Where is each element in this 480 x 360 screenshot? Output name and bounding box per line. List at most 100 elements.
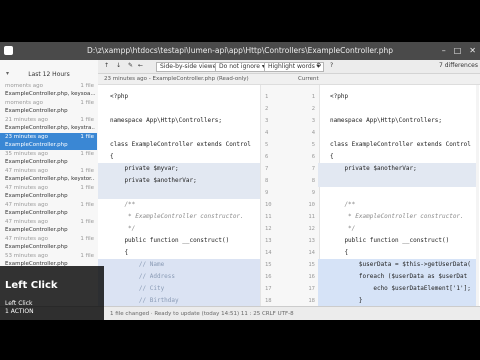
gutter-row: 55	[261, 139, 319, 151]
code-line[interactable]	[318, 103, 476, 115]
history-item[interactable]: 47 minutes ago 1 file ExampleController.ph…	[0, 218, 97, 235]
right-line-number: 9	[311, 190, 315, 196]
ignore-whitespace-select[interactable]: Do not ignore ▾	[215, 62, 269, 72]
left-line-number: 17	[265, 286, 272, 292]
code-line[interactable]: // Address	[98, 271, 260, 283]
code-line[interactable]: namespace App\Http\Controllers;	[98, 115, 260, 127]
code-line[interactable]: * ExampleController constructor.	[98, 211, 260, 223]
right-line-number: 14	[308, 250, 315, 256]
code-line[interactable]: class ExampleController extends Control	[318, 139, 476, 151]
code-line[interactable]: {	[98, 247, 260, 259]
left-line-number: 7	[265, 166, 269, 172]
history-item[interactable]: moments ago 1 file ExampleController.php, …	[0, 82, 97, 99]
right-line-number: 5	[311, 142, 315, 148]
code-line[interactable]: echo $userDataElement['1'];	[318, 283, 476, 295]
left-line-number: 4	[265, 130, 269, 136]
code-line[interactable]	[318, 127, 476, 139]
overlay-line2: 1 ACTION	[5, 308, 34, 315]
gutter-row: 14 14	[261, 247, 319, 259]
right-line-number: 16	[308, 274, 315, 280]
history-item-changes: 1 file	[80, 117, 94, 123]
history-item[interactable]: 47 minutes ago 1 file ExampleController.ph…	[0, 201, 97, 218]
gutter-row: 22	[261, 103, 319, 115]
code-line[interactable]: // Name	[98, 259, 260, 271]
right-line-number: 2	[311, 106, 315, 112]
right-file-info: Current	[298, 76, 319, 82]
history-group-header: Last 12 Hours	[28, 71, 70, 78]
code-line[interactable]: namespace App\Http\Controllers;	[318, 115, 476, 127]
edit-icon[interactable]: ✎	[128, 62, 133, 70]
history-item[interactable]: 21 minutes ago 1 file ExampleController.ph…	[0, 116, 97, 133]
code-line[interactable]: * ExampleController constructor.	[318, 211, 476, 223]
left-line-number: 3	[265, 118, 269, 124]
right-line-number: 6	[311, 154, 315, 160]
history-item-changes: 1 file	[80, 253, 94, 259]
code-line[interactable]	[318, 175, 476, 187]
left-line-number: 1	[265, 94, 269, 100]
app-icon	[4, 46, 13, 55]
right-line-number: 3	[311, 118, 315, 124]
left-line-number: 9	[265, 190, 269, 196]
code-line[interactable]: // City	[98, 283, 260, 295]
history-item[interactable]: moments ago 1 file ExampleController.php	[0, 99, 97, 116]
code-line[interactable]	[98, 103, 260, 115]
code-line[interactable]: */	[318, 223, 476, 235]
code-line[interactable]: private $myvar;	[98, 163, 260, 175]
minimize-icon[interactable]: –	[442, 42, 446, 60]
back-arrow-icon[interactable]: ←	[138, 62, 143, 70]
settings-icon[interactable]: ⚙	[316, 62, 321, 70]
up-arrow-icon[interactable]: ↑	[104, 62, 109, 70]
right-code-pane[interactable]: <?php namespace App\Http\Controllers; clas…	[318, 85, 476, 307]
history-item[interactable]: 47 minutes ago 1 file ExampleController.ph…	[0, 167, 97, 184]
code-line[interactable]: /**	[318, 199, 476, 211]
history-item-file: ExampleController.php	[5, 244, 68, 250]
down-arrow-icon[interactable]: ↓	[116, 62, 121, 70]
code-line[interactable]: private $anotherVar;	[98, 175, 260, 187]
history-item[interactable]: 47 minutes ago 1 file ExampleController.ph…	[0, 184, 97, 201]
left-line-number: 2	[265, 106, 269, 112]
code-line[interactable]: /**	[98, 199, 260, 211]
change-marker-strip	[476, 85, 479, 307]
code-line[interactable]: {	[318, 247, 476, 259]
right-line-number: 10	[308, 202, 315, 208]
code-line[interactable]	[98, 127, 260, 139]
gutter-row: 44	[261, 127, 319, 139]
code-line[interactable]: */	[98, 223, 260, 235]
help-icon[interactable]: ?	[330, 62, 333, 70]
code-line[interactable]: private $anotherVar;	[318, 163, 476, 175]
gutter-row: 12 12	[261, 223, 319, 235]
code-line[interactable]: public function __construct()	[318, 235, 476, 247]
overlay-line1: Left Click	[5, 300, 33, 307]
history-item-time: 47 minutes ago	[5, 185, 48, 191]
overlay-title: Left Click	[5, 280, 58, 291]
code-line[interactable]	[318, 187, 476, 199]
history-item-file: ExampleController.php, keysoa...	[5, 91, 95, 97]
line-number-gutter: 1 1 2 2 3 3 4 4 5 5 6 6 7 7 8 8 9 9 10 10 11 11 12 12 13 13 14 14 15…	[260, 85, 320, 316]
gutter-row: 99	[261, 187, 319, 199]
code-line[interactable]: {	[318, 151, 476, 163]
right-line-number: 15	[308, 262, 315, 268]
history-item[interactable]: 47 minutes ago 1 file ExampleController.ph…	[0, 235, 97, 252]
diff-editor: <?php namespace App\Http\Controllers; clas…	[98, 84, 480, 316]
code-line[interactable]: <?php	[98, 91, 260, 103]
left-code-pane[interactable]: <?php namespace App\Http\Controllers; clas…	[98, 85, 260, 307]
code-line[interactable]: $userData = $this->getUserData(	[318, 259, 476, 271]
history-item[interactable]: 35 minutes ago 1 file ExampleController.ph…	[0, 150, 97, 167]
code-line[interactable]: class ExampleController extends Control	[98, 139, 260, 151]
title-bar: D:\z\xampp\htdocs\testapi\lumen-api\app\…	[0, 42, 480, 60]
code-line[interactable]: foreach ($userData as $userDat	[318, 271, 476, 283]
right-line-number: 17	[308, 286, 315, 292]
code-line[interactable]: public function __construct()	[98, 235, 260, 247]
maximize-icon[interactable]: □	[454, 42, 462, 60]
code-line[interactable]: {	[98, 151, 260, 163]
left-line-number: 10	[265, 202, 272, 208]
differences-count: 7 differences	[439, 62, 478, 69]
close-icon[interactable]: ✕	[469, 42, 476, 60]
highlight-words-select[interactable]: Highlight words ▾	[264, 62, 324, 72]
history-item-changes: 1 file	[80, 134, 94, 140]
left-line-number: 14	[265, 250, 272, 256]
code-line[interactable]	[98, 187, 260, 199]
code-line[interactable]: <?php	[318, 91, 476, 103]
history-item[interactable]: 23 minutes ago 1 file ExampleController.ph…	[0, 133, 97, 150]
left-line-number: 16	[265, 274, 272, 280]
